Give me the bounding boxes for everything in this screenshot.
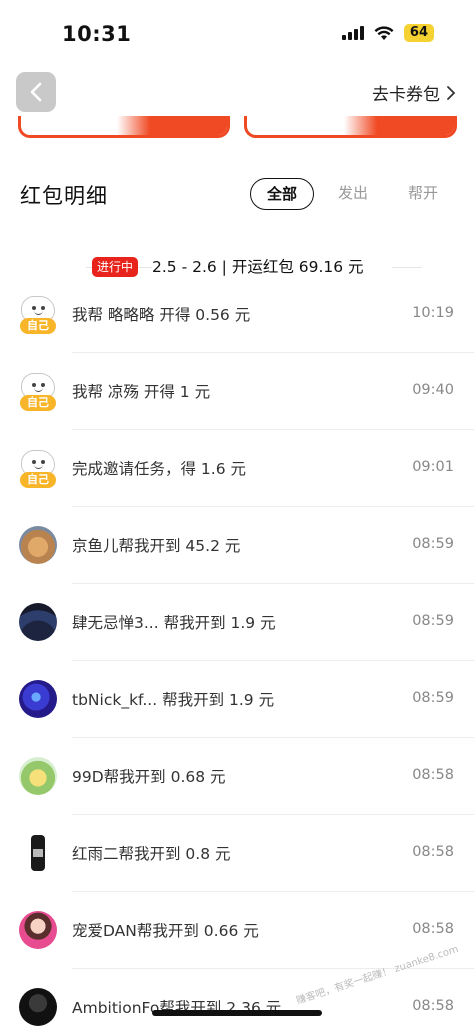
record-description: 红雨二帮我开到 0.8 元 <box>72 845 231 863</box>
record-time: 10:19 <box>412 305 454 321</box>
self-tag: 自己 <box>20 472 56 488</box>
list-item[interactable]: 99D帮我开到 0.68 元 08:58 <box>0 738 474 815</box>
red-packet-action-button-left[interactable] <box>18 116 230 138</box>
frog-avatar <box>19 757 57 795</box>
list-item[interactable]: 肆无忌惮3... 帮我开到 1.9 元 08:59 <box>0 584 474 661</box>
cellular-signal-icon <box>341 26 364 40</box>
list-item[interactable]: 自己 我帮 略略略 开得 0.56 元 10:19 <box>0 276 474 353</box>
red-packet-action-button-right[interactable] <box>244 116 457 138</box>
back-button[interactable] <box>16 72 56 112</box>
period-summary-text: 2.5 - 2.6 | 开运红包 69.16 元 <box>152 256 368 278</box>
go-to-coupon-wallet-link[interactable]: 去卡券包 <box>372 80 456 105</box>
record-description: 京鱼儿帮我开到 45.2 元 <box>72 537 241 555</box>
home-indicator[interactable] <box>152 1010 322 1016</box>
wallet-link-label: 去卡券包 <box>372 85 440 105</box>
status-icons: 64 <box>341 24 434 42</box>
night-sky-avatar <box>19 603 57 641</box>
self-avatar: 自己 <box>20 373 56 413</box>
page-section-title: 红包明细 <box>20 184 108 208</box>
wifi-icon <box>374 25 394 40</box>
record-time: 08:58 <box>412 844 454 860</box>
divider-right <box>392 267 422 268</box>
record-time: 08:58 <box>412 921 454 937</box>
record-time: 08:58 <box>412 998 454 1014</box>
galaxy-avatar <box>19 680 57 718</box>
chevron-left-icon <box>30 82 42 102</box>
record-description: tbNick_kf... 帮我开到 1.9 元 <box>72 691 275 709</box>
list-item[interactable]: 自己 完成邀请任务，得 1.6 元 09:01 <box>0 430 474 507</box>
phone-avatar <box>19 834 57 872</box>
record-time: 08:58 <box>412 767 454 783</box>
record-time: 09:01 <box>412 459 454 475</box>
record-time: 08:59 <box>412 536 454 552</box>
record-description: 宠爱DAN帮我开到 0.66 元 <box>72 922 259 940</box>
record-description: 完成邀请任务，得 1.6 元 <box>72 460 247 478</box>
record-description: 肆无忌惮3... 帮我开到 1.9 元 <box>72 614 276 632</box>
record-time: 09:40 <box>412 382 454 398</box>
list-item[interactable]: tbNick_kf... 帮我开到 1.9 元 08:59 <box>0 661 474 738</box>
record-description: 我帮 略略略 开得 0.56 元 <box>72 306 251 324</box>
tab-all[interactable]: 全部 <box>250 178 314 210</box>
battery-indicator: 64 <box>403 24 434 42</box>
status-badge: 进行中 <box>92 257 139 277</box>
list-item[interactable]: 京鱼儿帮我开到 45.2 元 08:59 <box>0 507 474 584</box>
status-time: 10:31 <box>62 22 132 46</box>
status-bar: 10:31 64 <box>0 0 474 68</box>
filter-tabs: 全部 发出 帮开 <box>250 178 474 210</box>
record-list: 自己 我帮 略略略 开得 0.56 元 10:19 自己 我帮 凉殇 开得 1 … <box>0 276 474 1026</box>
record-time: 08:59 <box>412 613 454 629</box>
list-item[interactable]: 红雨二帮我开到 0.8 元 08:58 <box>0 815 474 892</box>
cat-avatar <box>19 526 57 564</box>
list-item[interactable]: 自己 我帮 凉殇 开得 1 元 09:40 <box>0 353 474 430</box>
tab-sent[interactable]: 发出 <box>336 178 370 210</box>
dark-avatar <box>19 988 57 1026</box>
chevron-right-icon <box>447 85 456 100</box>
self-avatar: 自己 <box>20 450 56 490</box>
record-description: 99D帮我开到 0.68 元 <box>72 768 226 786</box>
tab-helped-open[interactable]: 帮开 <box>406 178 440 210</box>
self-tag: 自己 <box>20 318 56 334</box>
self-tag: 自己 <box>20 395 56 411</box>
record-description: 我帮 凉殇 开得 1 元 <box>72 383 211 401</box>
girl-avatar <box>19 911 57 949</box>
record-time: 08:59 <box>412 690 454 706</box>
list-item[interactable]: AmbitionFo帮我开到 2.36 元 08:58 <box>0 969 474 1026</box>
self-avatar: 自己 <box>20 296 56 336</box>
